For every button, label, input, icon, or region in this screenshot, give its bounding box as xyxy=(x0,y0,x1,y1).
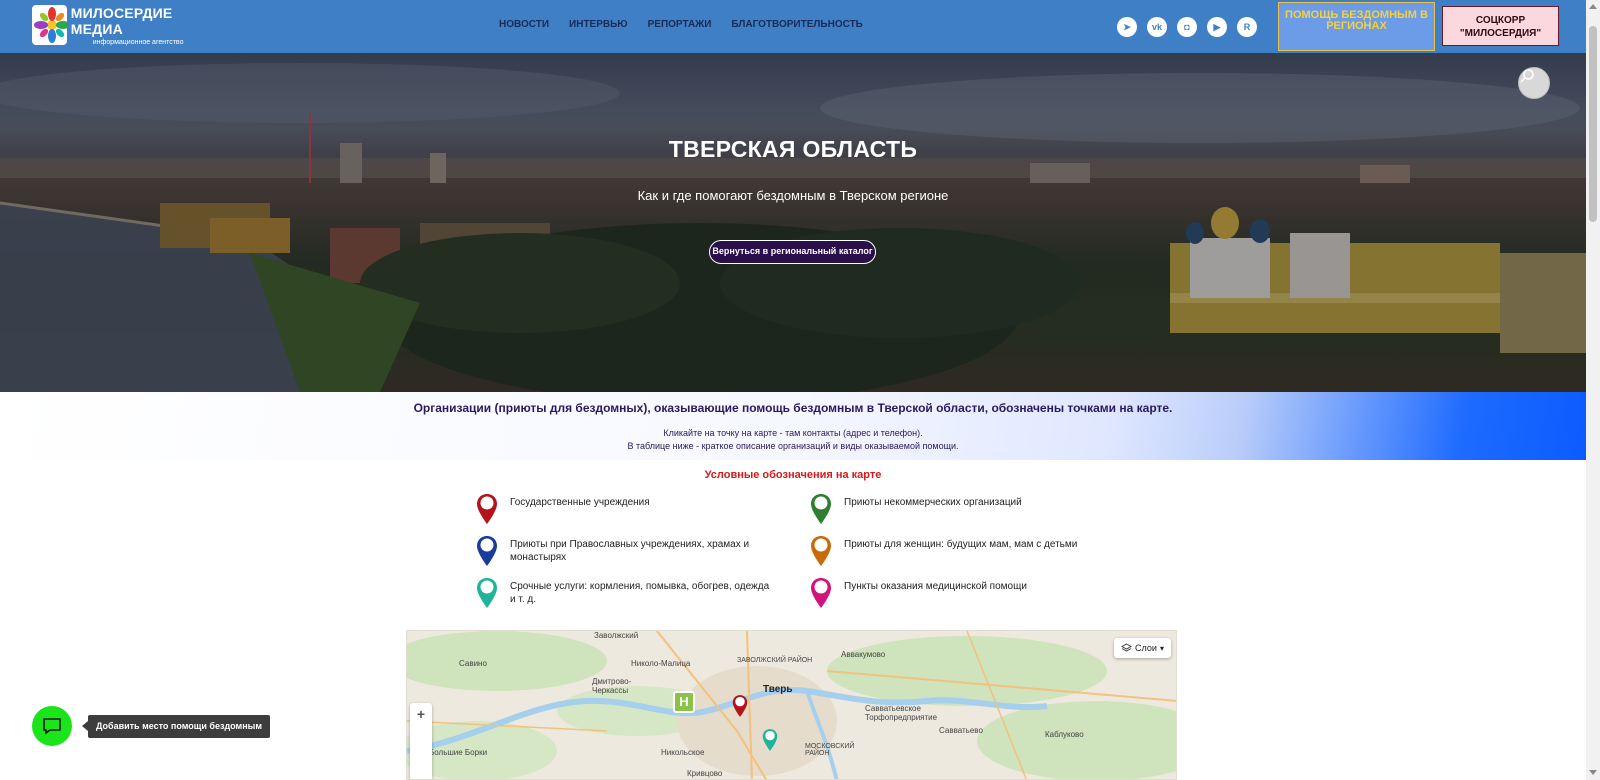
legend-item-medical: Пункты оказания медицинской помощи xyxy=(810,577,1104,609)
hero-banner: ТВЕРСКАЯ ОБЛАСТЬ Как и где помогают безд… xyxy=(0,53,1586,392)
map-pin-blue-icon xyxy=(477,536,497,566)
nav-interviews[interactable]: ИНТЕРВЬЮ xyxy=(569,19,628,30)
map-widget[interactable]: Заволжский Савино Николо-Малица ЗАВОЛЖСК… xyxy=(406,630,1177,780)
legend-title: Условные обозначения на карте xyxy=(704,469,882,481)
video-icon[interactable]: ▶ xyxy=(1207,17,1227,37)
page-scrollbar[interactable] xyxy=(1586,0,1600,780)
rutube-icon[interactable]: R xyxy=(1237,17,1257,37)
back-to-catalog-button[interactable]: Вернуться в региональный каталог xyxy=(709,240,876,264)
soccorr-button[interactable]: СОЦКОРР "МИЛОСЕРДИЯ" xyxy=(1442,6,1559,46)
map-pin-pink-icon xyxy=(811,578,831,608)
logo-title: МИЛОСЕРДИЕ МЕДИА xyxy=(70,4,173,37)
info-band: Организации (приюты для бездомных), оказ… xyxy=(0,392,1586,460)
band-title: Организации (приюты для бездомных), оказ… xyxy=(413,401,1173,415)
scroll-down-arrow-icon[interactable] xyxy=(1589,770,1597,775)
map-place-label: Заволжский xyxy=(594,631,639,640)
map-place-label: Савватьевское Торфопредприятие xyxy=(865,704,938,722)
band-line-2: В таблице ниже - краткое описание органи… xyxy=(627,441,959,451)
layers-icon xyxy=(1121,642,1133,652)
map-place-label: Савино xyxy=(459,659,487,668)
site-header: МИЛОСЕРДИЕ МЕДИА информационное агентств… xyxy=(0,0,1586,53)
map-layers-button[interactable]: Слои ▾ xyxy=(1114,638,1171,658)
map-place-label: Аввакумово xyxy=(841,650,886,659)
legend-item-women: Приюты для женщин: будущих мам, мам с де… xyxy=(810,535,1104,567)
map-marker-teal-icon[interactable] xyxy=(762,728,778,752)
region-subtitle: Как и где помогают бездомным в Тверском … xyxy=(637,188,949,203)
legend-item-urgent: Срочные услуги: кормления, помывка, обог… xyxy=(476,577,770,609)
map-pin-green-icon xyxy=(811,494,831,524)
map-place-label: Никольское xyxy=(661,748,705,757)
social-links: ➤ vk ◘ ▶ R xyxy=(1117,17,1257,37)
nav-charity[interactable]: БЛАГОТВОРИТЕЛЬНОСТЬ xyxy=(731,19,862,30)
map-place-label: Кривцово xyxy=(687,769,723,778)
zoom-in-button[interactable]: + xyxy=(410,703,432,725)
nav-news[interactable]: НОВОСТИ xyxy=(499,19,549,30)
map-place-label: МОСКОВСКИЙ РАЙОН xyxy=(805,743,855,757)
map-city-label: Тверь xyxy=(763,684,793,695)
telegram-icon[interactable]: ➤ xyxy=(1117,17,1137,37)
chat-icon xyxy=(43,718,61,735)
vk-icon[interactable]: vk xyxy=(1147,17,1167,37)
legend-label: Срочные услуги: кормления, помывка, обог… xyxy=(510,581,770,605)
map-marker-hospital-icon[interactable]: H xyxy=(673,691,695,713)
search-icon xyxy=(1520,69,1534,83)
legend-label: Приюты некоммерческих организаций xyxy=(844,497,1022,508)
map-place-label: Николо-Малица xyxy=(631,659,691,668)
map-place-label: Каблуково xyxy=(1045,730,1084,739)
map-place-label: ЗАВОЛЖСКИЙ РАЙОН xyxy=(737,657,813,664)
chat-tooltip: Добавить место помощи бездомным xyxy=(82,715,270,738)
logo-subtitle: информационное агентство xyxy=(92,38,184,46)
map-pin-orange-icon xyxy=(811,536,831,566)
band-line-1: Кликайте на точку на карте - там контакт… xyxy=(663,428,923,438)
city-panorama-image xyxy=(0,53,1586,392)
help-homeless-regions-button[interactable]: ПОМОЩЬ БЕЗДОМНЫМ В РЕГИОНАХ xyxy=(1278,2,1435,51)
layers-label: Слои xyxy=(1135,643,1157,653)
site-logo[interactable]: МИЛОСЕРДИЕ МЕДИА информационное агентств… xyxy=(32,3,208,47)
scroll-up-arrow-icon[interactable] xyxy=(1589,4,1597,9)
main-nav: НОВОСТИ ИНТЕРВЬЮ РЕПОРТАЖИ БЛАГОТВОРИТЕЛ… xyxy=(499,19,863,30)
map-pin-red-icon xyxy=(477,494,497,524)
add-help-place-button[interactable] xyxy=(32,706,72,746)
map-place-label: Большие Борки xyxy=(429,748,488,757)
legend-label: Пункты оказания медицинской помощи xyxy=(844,581,1027,592)
nav-reports[interactable]: РЕПОРТАЖИ xyxy=(648,19,712,30)
map-place-label: Савватьево xyxy=(939,726,983,735)
legend-item-orthodox: Приюты при Православных учреждениях, хра… xyxy=(476,535,770,567)
map-tiles xyxy=(407,631,1176,779)
logo-flower-icon xyxy=(32,5,67,45)
legend-label: Приюты при Православных учреждениях, хра… xyxy=(510,539,750,563)
map-pin-teal-icon xyxy=(477,578,497,608)
chevron-down-icon: ▾ xyxy=(1159,643,1164,653)
legend-label: Государственные учреждения xyxy=(510,497,650,508)
map-zoom-control: + xyxy=(410,703,432,779)
odnoklassniki-icon[interactable]: ◘ xyxy=(1177,17,1197,37)
legend-item-ngo: Приюты некоммерческих организаций xyxy=(810,493,1104,525)
scroll-thumb[interactable] xyxy=(1589,26,1597,222)
search-button[interactable] xyxy=(1518,67,1550,99)
region-title: ТВЕРСКАЯ ОБЛАСТЬ xyxy=(668,136,918,162)
legend-item-state: Государственные учреждения xyxy=(476,493,770,525)
map-marker-red-icon[interactable] xyxy=(732,694,748,718)
legend-label: Приюты для женщин: будущих мам, мам с де… xyxy=(844,539,1078,550)
map-place-label: Дмитрово-Черкассы xyxy=(592,677,632,695)
